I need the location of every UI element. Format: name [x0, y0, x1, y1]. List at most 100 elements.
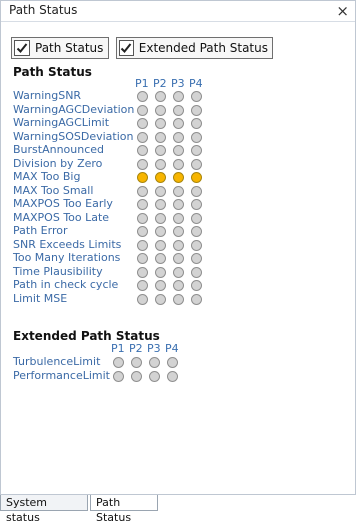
indicator-off-icon	[191, 239, 202, 251]
status-row-label: Division by Zero	[13, 156, 103, 170]
indicator-off-icon	[167, 357, 178, 368]
indicator-off-icon	[155, 226, 166, 237]
indicator-off-icon	[137, 91, 148, 102]
indicator-off-icon	[137, 239, 148, 251]
indicator-off-icon	[137, 104, 148, 116]
status-row-label: WarningAGCDeviation	[13, 102, 135, 116]
tab-system-status[interactable]: System status	[0, 495, 88, 524]
column-header-p3: P3	[171, 77, 185, 90]
status-row-label: Path in check cycle	[13, 278, 119, 291]
indicator-off-icon	[137, 280, 148, 291]
indicator-on-icon	[173, 172, 184, 183]
indicator-off-icon	[149, 357, 160, 368]
indicator-off-icon	[155, 104, 166, 116]
indicator-on-icon	[137, 172, 148, 183]
indicator-off-icon	[191, 158, 202, 170]
status-row-label: PerformanceLimit	[13, 368, 110, 382]
indicator-off-icon	[113, 370, 124, 382]
indicator-off-icon	[173, 185, 184, 197]
indicator-off-icon	[137, 266, 148, 278]
path-status-panel: Path Status × Path Status Extended Path …	[0, 0, 356, 495]
status-row-label: Limit MSE	[13, 291, 68, 305]
indicator-off-icon	[191, 104, 202, 116]
indicator-off-icon	[137, 158, 148, 170]
indicator-off-icon	[191, 212, 202, 224]
status-row-label: WarningSOSDeviation	[13, 129, 134, 143]
indicator-off-icon	[191, 280, 202, 291]
extended-path-status-toggle-button[interactable]: Extended Path Status	[116, 37, 273, 59]
indicator-off-icon	[167, 370, 178, 382]
indicator-off-icon	[155, 239, 166, 251]
column-header-p4: P4	[165, 342, 179, 355]
indicator-off-icon	[173, 266, 184, 278]
indicator-off-icon	[191, 199, 202, 210]
column-header-p2: P2	[129, 342, 143, 355]
status-row-label: BurstAnnounced	[13, 143, 105, 156]
status-row-label: WarningSNR	[13, 89, 82, 102]
status-row-label: SNR Exceeds Limits	[13, 237, 122, 251]
column-header-p2: P2	[153, 77, 167, 90]
status-row-label: Time Plausibility	[13, 264, 103, 278]
indicator-off-icon	[155, 145, 166, 156]
indicator-off-icon	[173, 226, 184, 237]
indicator-off-icon	[137, 145, 148, 156]
tab-path-status[interactable]: Path Status	[90, 495, 158, 524]
indicator-off-icon	[191, 226, 202, 237]
bottom-tab-strip: System status Path Status	[0, 495, 358, 524]
indicator-off-icon	[191, 253, 202, 264]
path-status-toggle-button[interactable]: Path Status	[11, 37, 109, 59]
checkbox-checked-icon	[119, 40, 134, 56]
indicator-off-icon	[155, 91, 166, 102]
status-row-label: TurbulenceLimit	[13, 355, 101, 368]
indicator-off-icon	[137, 199, 148, 210]
title-bar: Path Status ×	[1, 1, 355, 22]
indicator-off-icon	[173, 145, 184, 156]
indicator-off-icon	[149, 370, 160, 382]
indicator-off-icon	[137, 293, 148, 305]
indicator-off-icon	[155, 212, 166, 224]
indicator-off-icon	[173, 91, 184, 102]
indicator-off-icon	[191, 91, 202, 102]
status-row-label: Too Many Iterations	[13, 251, 121, 264]
status-row-label: MAX Too Big	[13, 170, 81, 183]
indicator-off-icon	[137, 253, 148, 264]
status-row-label: MAXPOS Too Late	[13, 210, 110, 224]
indicator-off-icon	[191, 185, 202, 197]
indicator-off-icon	[191, 145, 202, 156]
indicator-off-icon	[137, 212, 148, 224]
status-row-label: MAX Too Small	[13, 183, 94, 197]
indicator-on-icon	[191, 172, 202, 183]
path-status-toggle-label: Path Status	[35, 41, 104, 55]
indicator-off-icon	[137, 185, 148, 197]
status-row-label: WarningAGCLimit	[13, 116, 110, 129]
indicator-off-icon	[131, 357, 142, 368]
indicator-off-icon	[173, 104, 184, 116]
indicator-off-icon	[137, 226, 148, 237]
indicator-off-icon	[137, 131, 148, 143]
indicator-off-icon	[191, 118, 202, 129]
indicator-off-icon	[155, 253, 166, 264]
status-row-label: Path Error	[13, 224, 68, 237]
indicator-off-icon	[173, 118, 184, 129]
path-status-heading: Path Status	[13, 65, 92, 79]
indicator-off-icon	[173, 158, 184, 170]
extended-path-status-toggle-label: Extended Path Status	[138, 41, 268, 55]
indicator-off-icon	[137, 118, 148, 129]
indicator-off-icon	[155, 280, 166, 291]
indicator-off-icon	[155, 199, 166, 210]
indicator-off-icon	[191, 266, 202, 278]
indicator-off-icon	[155, 131, 166, 143]
indicator-off-icon	[155, 185, 166, 197]
indicator-off-icon	[173, 199, 184, 210]
status-row-label: MAXPOS Too Early	[13, 197, 113, 210]
indicator-on-icon	[155, 172, 166, 183]
extended-path-status-heading: Extended Path Status	[13, 329, 160, 343]
column-header-p1: P1	[135, 77, 149, 90]
close-icon[interactable]: ×	[336, 1, 349, 21]
indicator-off-icon	[113, 357, 124, 368]
indicator-off-icon	[155, 293, 166, 305]
indicator-off-icon	[131, 370, 142, 382]
indicator-off-icon	[191, 293, 202, 305]
indicator-off-icon	[173, 239, 184, 251]
indicator-off-icon	[173, 293, 184, 305]
